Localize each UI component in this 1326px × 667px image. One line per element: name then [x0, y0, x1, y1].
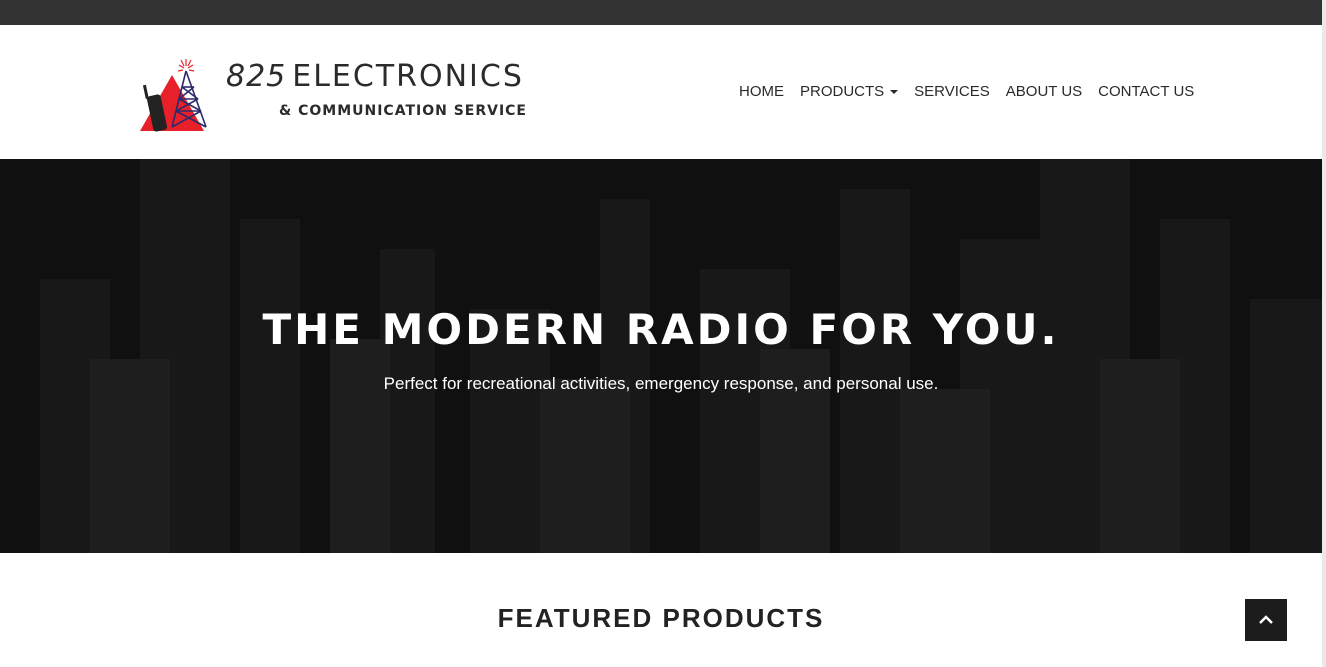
- nav-home[interactable]: HOME: [739, 83, 784, 100]
- main-nav: HOME PRODUCTS SERVICES ABOUT US CONTACT …: [739, 83, 1194, 100]
- brand-tagline: & COMMUNICATION SERVICE: [279, 103, 527, 119]
- brand-name: 825 ELECTRONICS: [226, 59, 524, 94]
- brand-number: 825: [226, 59, 287, 94]
- nav-about[interactable]: ABOUT US: [1006, 83, 1082, 100]
- caret-down-icon: [890, 90, 899, 95]
- radio-tower-logo-icon: [140, 59, 207, 132]
- hero-title: THE MODERN RADIO FOR YOU.: [262, 305, 1060, 354]
- hero-banner: THE MODERN RADIO FOR YOU. Perfect for re…: [0, 159, 1322, 553]
- nav-products-label: PRODUCTS: [800, 83, 885, 100]
- nav-products-dropdown[interactable]: PRODUCTS: [800, 83, 899, 100]
- nav-services[interactable]: SERVICES: [914, 83, 990, 100]
- scrollbar-track[interactable]: [1322, 0, 1326, 667]
- chevron-up-icon: [1259, 615, 1273, 624]
- hero-subtitle: Perfect for recreational activities, eme…: [383, 374, 939, 393]
- site-header: 825 ELECTRONICS & COMMUNICATION SERVICE H…: [0, 25, 1322, 159]
- city-skyline-background: [0, 159, 1322, 553]
- nav-contact[interactable]: CONTACT US: [1098, 83, 1194, 100]
- site-logo[interactable]: 825 ELECTRONICS & COMMUNICATION SERVICE: [138, 55, 578, 135]
- featured-products-heading: FEATURED PRODUCTS: [497, 603, 825, 633]
- brand-word: ELECTRONICS: [292, 59, 524, 94]
- top-bar: [0, 0, 1322, 25]
- back-to-top-button[interactable]: [1245, 599, 1287, 641]
